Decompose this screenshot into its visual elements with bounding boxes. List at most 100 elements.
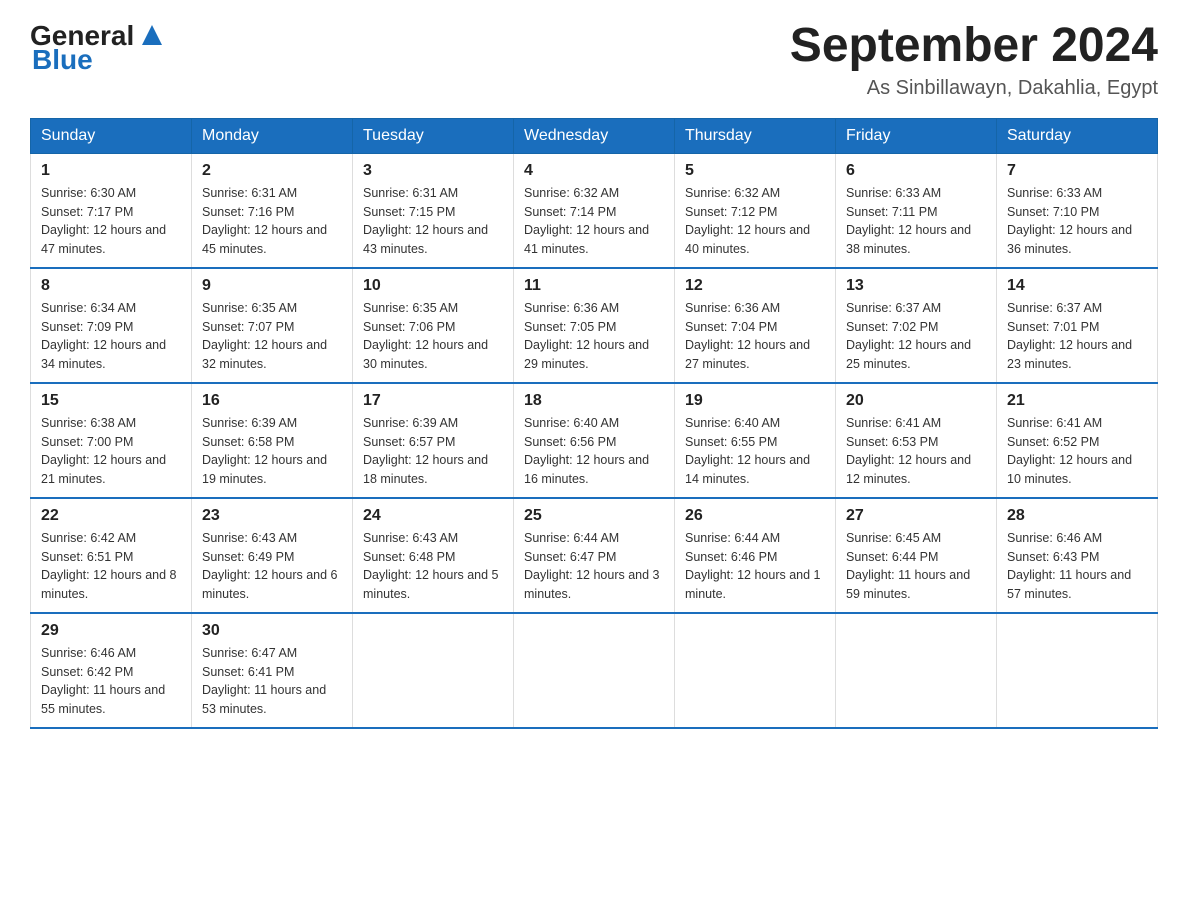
day-info: Sunrise: 6:32 AMSunset: 7:14 PMDaylight:… (524, 184, 664, 259)
day-info: Sunrise: 6:37 AMSunset: 7:01 PMDaylight:… (1007, 299, 1147, 374)
day-number: 28 (1007, 507, 1147, 525)
calendar-cell: 20 Sunrise: 6:41 AMSunset: 6:53 PMDayligh… (836, 383, 997, 498)
day-number: 9 (202, 277, 342, 295)
week-row-2: 8 Sunrise: 6:34 AMSunset: 7:09 PMDaylight… (31, 268, 1158, 383)
day-info: Sunrise: 6:41 AMSunset: 6:53 PMDaylight:… (846, 414, 986, 489)
calendar-cell: 21 Sunrise: 6:41 AMSunset: 6:52 PMDayligh… (997, 383, 1158, 498)
day-number: 8 (41, 277, 181, 295)
day-info: Sunrise: 6:40 AMSunset: 6:56 PMDaylight:… (524, 414, 664, 489)
calendar-cell: 10Sunrise: 6:35 AMSunset: 7:06 PMDayligh… (353, 268, 514, 383)
day-number: 19 (685, 392, 825, 410)
day-info: Sunrise: 6:43 AMSunset: 6:48 PMDaylight:… (363, 529, 503, 604)
day-number: 21 (1007, 392, 1147, 410)
day-info: Sunrise: 6:31 AMSunset: 7:15 PMDaylight:… (363, 184, 503, 259)
calendar-cell (675, 613, 836, 728)
day-info: Sunrise: 6:33 AMSunset: 7:10 PMDaylight:… (1007, 184, 1147, 259)
day-info: Sunrise: 6:34 AMSunset: 7:09 PMDaylight:… (41, 299, 181, 374)
day-info: Sunrise: 6:44 AMSunset: 6:46 PMDaylight:… (685, 529, 825, 604)
calendar-cell: 30 Sunrise: 6:47 AMSunset: 6:41 PMDayligh… (192, 613, 353, 728)
day-number: 26 (685, 507, 825, 525)
day-number: 15 (41, 392, 181, 410)
day-info: Sunrise: 6:36 AMSunset: 7:05 PMDaylight:… (524, 299, 664, 374)
day-number: 29 (41, 622, 181, 640)
day-info: Sunrise: 6:32 AMSunset: 7:12 PMDaylight:… (685, 184, 825, 259)
calendar-cell (514, 613, 675, 728)
day-info: Sunrise: 6:31 AMSunset: 7:16 PMDaylight:… (202, 184, 342, 259)
day-info: Sunrise: 6:47 AMSunset: 6:41 PMDaylight:… (202, 644, 342, 719)
day-info: Sunrise: 6:39 AMSunset: 6:58 PMDaylight:… (202, 414, 342, 489)
day-number: 10 (363, 277, 503, 295)
day-info: Sunrise: 6:39 AMSunset: 6:57 PMDaylight:… (363, 414, 503, 489)
calendar-cell: 14 Sunrise: 6:37 AMSunset: 7:01 PMDayligh… (997, 268, 1158, 383)
title-section: September 2024 As Sinbillawayn, Dakahlia… (790, 20, 1158, 100)
calendar-cell: 2 Sunrise: 6:31 AMSunset: 7:16 PMDaylight… (192, 153, 353, 268)
calendar-cell: 29Sunrise: 6:46 AMSunset: 6:42 PMDayligh… (31, 613, 192, 728)
day-number: 22 (41, 507, 181, 525)
calendar-cell: 6 Sunrise: 6:33 AMSunset: 7:11 PMDaylight… (836, 153, 997, 268)
col-thursday: Thursday (675, 118, 836, 153)
day-number: 16 (202, 392, 342, 410)
day-number: 17 (363, 392, 503, 410)
calendar-cell: 9 Sunrise: 6:35 AMSunset: 7:07 PMDaylight… (192, 268, 353, 383)
calendar-cell: 4 Sunrise: 6:32 AMSunset: 7:14 PMDaylight… (514, 153, 675, 268)
day-number: 11 (524, 277, 664, 295)
day-number: 3 (363, 162, 503, 180)
day-number: 24 (363, 507, 503, 525)
calendar-cell: 17 Sunrise: 6:39 AMSunset: 6:57 PMDayligh… (353, 383, 514, 498)
col-friday: Friday (836, 118, 997, 153)
day-info: Sunrise: 6:37 AMSunset: 7:02 PMDaylight:… (846, 299, 986, 374)
logo-text-blue: Blue (32, 44, 93, 76)
day-info: Sunrise: 6:30 AMSunset: 7:17 PMDaylight:… (41, 184, 181, 259)
day-number: 6 (846, 162, 986, 180)
calendar-header-row: Sunday Monday Tuesday Wednesday Thursday… (31, 118, 1158, 153)
calendar-cell: 8 Sunrise: 6:34 AMSunset: 7:09 PMDaylight… (31, 268, 192, 383)
calendar-cell: 16 Sunrise: 6:39 AMSunset: 6:58 PMDayligh… (192, 383, 353, 498)
col-saturday: Saturday (997, 118, 1158, 153)
calendar-cell: 5Sunrise: 6:32 AMSunset: 7:12 PMDaylight… (675, 153, 836, 268)
day-number: 20 (846, 392, 986, 410)
day-number: 27 (846, 507, 986, 525)
week-row-1: 1 Sunrise: 6:30 AMSunset: 7:17 PMDaylight… (31, 153, 1158, 268)
calendar-cell: 28 Sunrise: 6:46 AMSunset: 6:43 PMDayligh… (997, 498, 1158, 613)
week-row-3: 15 Sunrise: 6:38 AMSunset: 7:00 PMDayligh… (31, 383, 1158, 498)
calendar-title: September 2024 (790, 20, 1158, 73)
day-info: Sunrise: 6:42 AMSunset: 6:51 PMDaylight:… (41, 529, 181, 604)
calendar-cell: 3 Sunrise: 6:31 AMSunset: 7:15 PMDaylight… (353, 153, 514, 268)
day-info: Sunrise: 6:44 AMSunset: 6:47 PMDaylight:… (524, 529, 664, 604)
calendar-cell: 7Sunrise: 6:33 AMSunset: 7:10 PMDaylight… (997, 153, 1158, 268)
day-info: Sunrise: 6:45 AMSunset: 6:44 PMDaylight:… (846, 529, 986, 604)
calendar-cell (353, 613, 514, 728)
calendar-cell: 1 Sunrise: 6:30 AMSunset: 7:17 PMDaylight… (31, 153, 192, 268)
day-number: 1 (41, 162, 181, 180)
day-number: 14 (1007, 277, 1147, 295)
calendar-cell: 25 Sunrise: 6:44 AMSunset: 6:47 PMDayligh… (514, 498, 675, 613)
day-number: 2 (202, 162, 342, 180)
day-info: Sunrise: 6:35 AMSunset: 7:07 PMDaylight:… (202, 299, 342, 374)
day-number: 12 (685, 277, 825, 295)
calendar-cell: 18 Sunrise: 6:40 AMSunset: 6:56 PMDayligh… (514, 383, 675, 498)
day-number: 4 (524, 162, 664, 180)
day-info: Sunrise: 6:38 AMSunset: 7:00 PMDaylight:… (41, 414, 181, 489)
calendar-cell: 13Sunrise: 6:37 AMSunset: 7:02 PMDayligh… (836, 268, 997, 383)
week-row-4: 22 Sunrise: 6:42 AMSunset: 6:51 PMDayligh… (31, 498, 1158, 613)
calendar-cell: 27 Sunrise: 6:45 AMSunset: 6:44 PMDayligh… (836, 498, 997, 613)
calendar-table: Sunday Monday Tuesday Wednesday Thursday… (30, 118, 1158, 729)
col-wednesday: Wednesday (514, 118, 675, 153)
calendar-cell: 22 Sunrise: 6:42 AMSunset: 6:51 PMDayligh… (31, 498, 192, 613)
day-info: Sunrise: 6:36 AMSunset: 7:04 PMDaylight:… (685, 299, 825, 374)
day-info: Sunrise: 6:41 AMSunset: 6:52 PMDaylight:… (1007, 414, 1147, 489)
col-sunday: Sunday (31, 118, 192, 153)
week-row-5: 29Sunrise: 6:46 AMSunset: 6:42 PMDayligh… (31, 613, 1158, 728)
day-info: Sunrise: 6:46 AMSunset: 6:43 PMDaylight:… (1007, 529, 1147, 604)
day-info: Sunrise: 6:40 AMSunset: 6:55 PMDaylight:… (685, 414, 825, 489)
calendar-cell: 19 Sunrise: 6:40 AMSunset: 6:55 PMDayligh… (675, 383, 836, 498)
day-info: Sunrise: 6:33 AMSunset: 7:11 PMDaylight:… (846, 184, 986, 259)
calendar-cell: 12 Sunrise: 6:36 AMSunset: 7:04 PMDayligh… (675, 268, 836, 383)
day-number: 18 (524, 392, 664, 410)
logo: General Blue (30, 20, 167, 76)
col-monday: Monday (192, 118, 353, 153)
logo-triangle-icon (137, 20, 167, 50)
calendar-subtitle: As Sinbillawayn, Dakahlia, Egypt (790, 77, 1158, 100)
day-number: 25 (524, 507, 664, 525)
day-number: 30 (202, 622, 342, 640)
